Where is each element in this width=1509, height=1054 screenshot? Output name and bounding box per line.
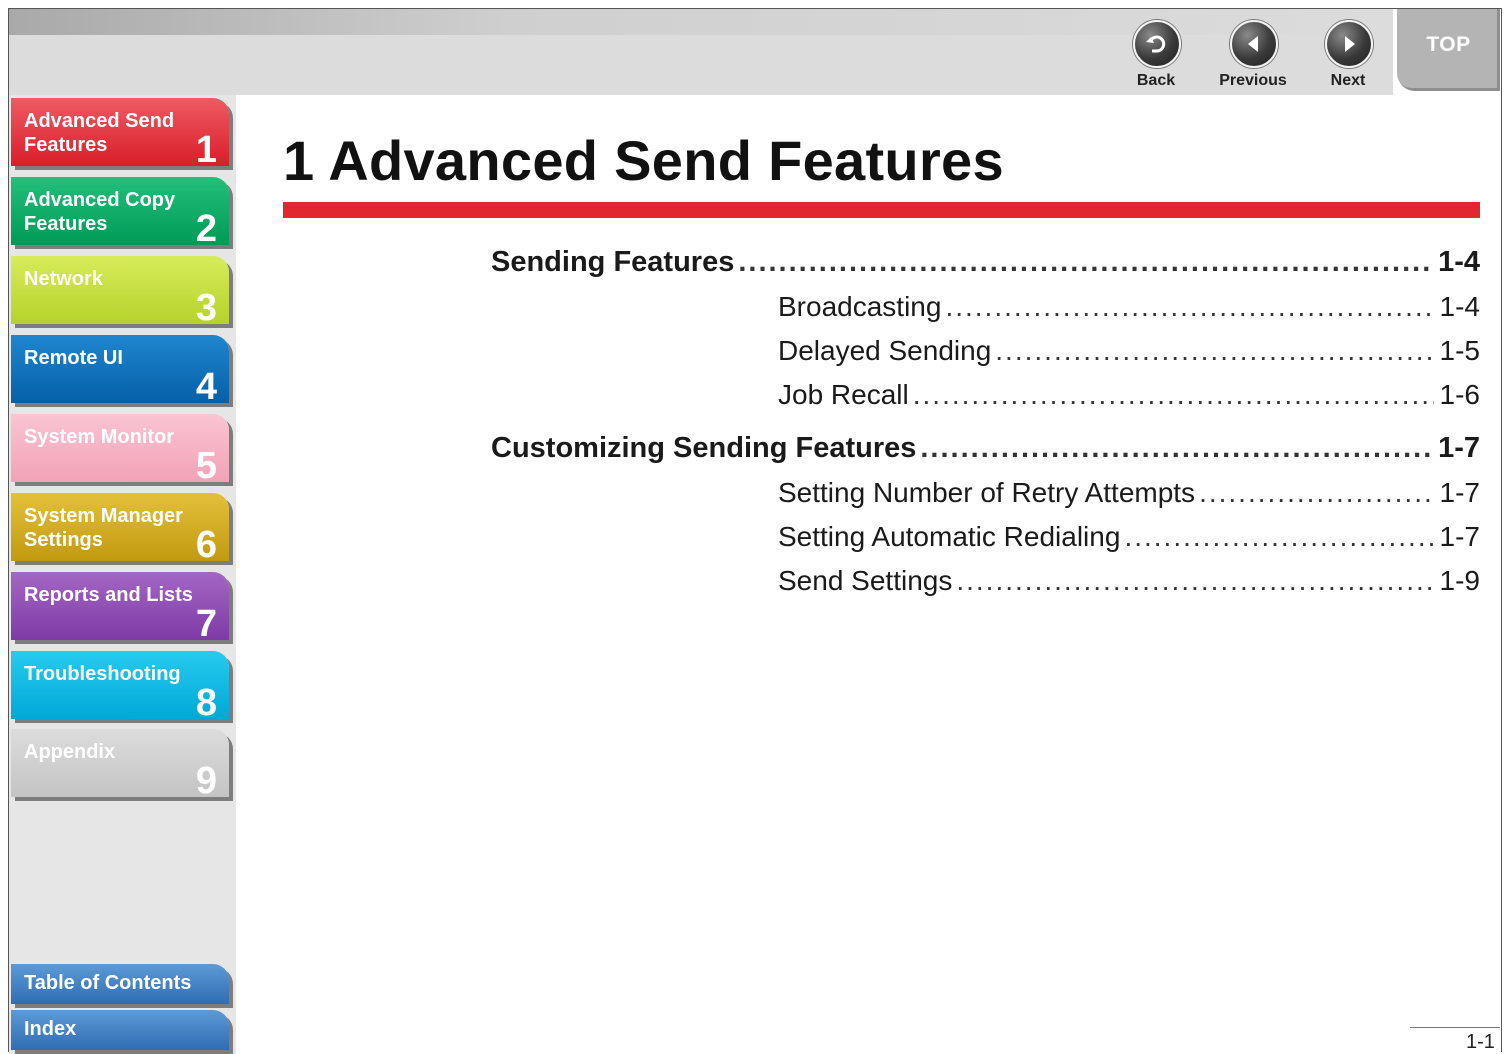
toc-leader: ........................................… [920, 432, 1432, 464]
previous-icon [1230, 20, 1278, 68]
tab-label: Troubleshooting [24, 663, 181, 685]
toc-entry-title: Delayed Sending [778, 335, 992, 366]
tab-number: 5 [195, 445, 217, 487]
footer-rule [1410, 1027, 1500, 1028]
toc-entry-title: Setting Automatic Redialing [778, 521, 1121, 552]
next-label: Next [1330, 72, 1366, 89]
toc-entry[interactable]: Setting Number of Retry Attempts .......… [778, 477, 1480, 509]
toc-entry-title: Customizing Sending Features [491, 432, 917, 464]
toc-entry[interactable]: Broadcasting ...........................… [778, 291, 1480, 323]
back-icon [1133, 20, 1181, 68]
sidebar-tab-system-manager-settings[interactable]: System Manager Settings 6 [11, 493, 229, 566]
tab-label: Advanced Send Features [24, 110, 175, 156]
back-label: Back [1136, 72, 1176, 89]
toc-entry-title: Broadcasting [778, 291, 942, 322]
index-label: Index [24, 1018, 77, 1040]
toc-entry[interactable]: Delayed Sending ........................… [778, 335, 1480, 367]
sidebar-tab-advanced-send-features[interactable]: Advanced Send Features 1 [11, 98, 229, 171]
back-button[interactable]: Back [1121, 20, 1191, 92]
next-button[interactable]: Next [1313, 20, 1383, 92]
sidebar-tab-remote-ui[interactable]: Remote UI 4 [11, 335, 229, 408]
tab-label: System Manager Settings [24, 505, 183, 551]
previous-label: Previous [1219, 72, 1287, 89]
sidebar-tab-troubleshooting[interactable]: Troubleshooting 8 [11, 651, 229, 724]
tab-label: Network [24, 268, 103, 290]
toc-entry[interactable]: Setting Automatic Redialing ............… [778, 521, 1480, 553]
toc-leader: ........................................… [945, 291, 1434, 322]
sidebar-tab-advanced-copy-features[interactable]: Advanced Copy Features 2 [11, 177, 229, 250]
index-button[interactable]: Index [11, 1010, 229, 1050]
sidebar-tab-system-monitor[interactable]: System Monitor 5 [11, 414, 229, 487]
sidebar-tab-network[interactable]: Network 3 [11, 256, 229, 329]
toc-entry-page: 1-9 [1439, 565, 1480, 596]
toc-entry-page: 1-7 [1439, 521, 1480, 552]
tab-label: Remote UI [24, 347, 123, 369]
tab-number: 9 [195, 760, 217, 802]
toc-entry-page: 1-4 [1438, 246, 1480, 278]
title-rule [283, 202, 1480, 218]
tab-number: 8 [195, 682, 217, 724]
toc-entry-page: 1-7 [1439, 477, 1480, 508]
top-label: TOP [1426, 33, 1471, 56]
toc-leader: ........................................… [1124, 521, 1433, 552]
sidebar-tab-appendix[interactable]: Appendix 9 [11, 729, 229, 802]
tab-number: 6 [195, 524, 217, 566]
tab-label: Appendix [24, 741, 116, 763]
chapter-title: 1 Advanced Send Features [283, 129, 1004, 192]
top-button[interactable]: TOP [1397, 9, 1500, 91]
tab-number: 1 [195, 129, 217, 171]
toc-entry[interactable]: Sending Features .......................… [491, 246, 1480, 279]
toc-leader: ........................................… [912, 379, 1434, 410]
page-number: 1-1 [1466, 1031, 1495, 1053]
toc-entry-title: Sending Features [491, 246, 735, 278]
tab-number: 2 [195, 208, 217, 250]
table-of-contents-button[interactable]: Table of Contents [11, 964, 229, 1004]
toc-entry[interactable]: Customizing Sending Features ...........… [491, 432, 1480, 465]
next-icon [1325, 20, 1373, 68]
toc-entry-page: 1-4 [1439, 291, 1480, 322]
toc-entry-title: Setting Number of Retry Attempts [778, 477, 1196, 508]
tab-number: 3 [195, 287, 217, 329]
tab-label: Advanced Copy Features [24, 189, 176, 235]
table-of-contents-label: Table of Contents [24, 972, 192, 994]
toc-entry[interactable]: Send Settings ..........................… [778, 565, 1480, 597]
tab-label: System Monitor [24, 426, 175, 448]
toc-entry-title: Send Settings [778, 565, 953, 596]
tab-label: Reports and Lists [24, 584, 193, 606]
toc-entry-page: 1-7 [1438, 432, 1480, 464]
toc-leader: ........................................… [1199, 477, 1434, 508]
tab-number: 4 [195, 366, 217, 408]
previous-button[interactable]: Previous [1218, 20, 1288, 92]
toc-entry-page: 1-6 [1439, 379, 1480, 410]
toc-entry[interactable]: Job Recall .............................… [778, 379, 1480, 411]
toc-entry-page: 1-5 [1439, 335, 1480, 366]
toc-leader: ........................................… [956, 565, 1433, 596]
toc-entry-title: Job Recall [778, 379, 909, 410]
toc-leader: ........................................… [995, 335, 1433, 366]
sidebar-tab-reports-and-lists[interactable]: Reports and Lists 7 [11, 572, 229, 645]
toc-leader: ........................................… [738, 246, 1433, 278]
tab-number: 7 [195, 603, 217, 645]
